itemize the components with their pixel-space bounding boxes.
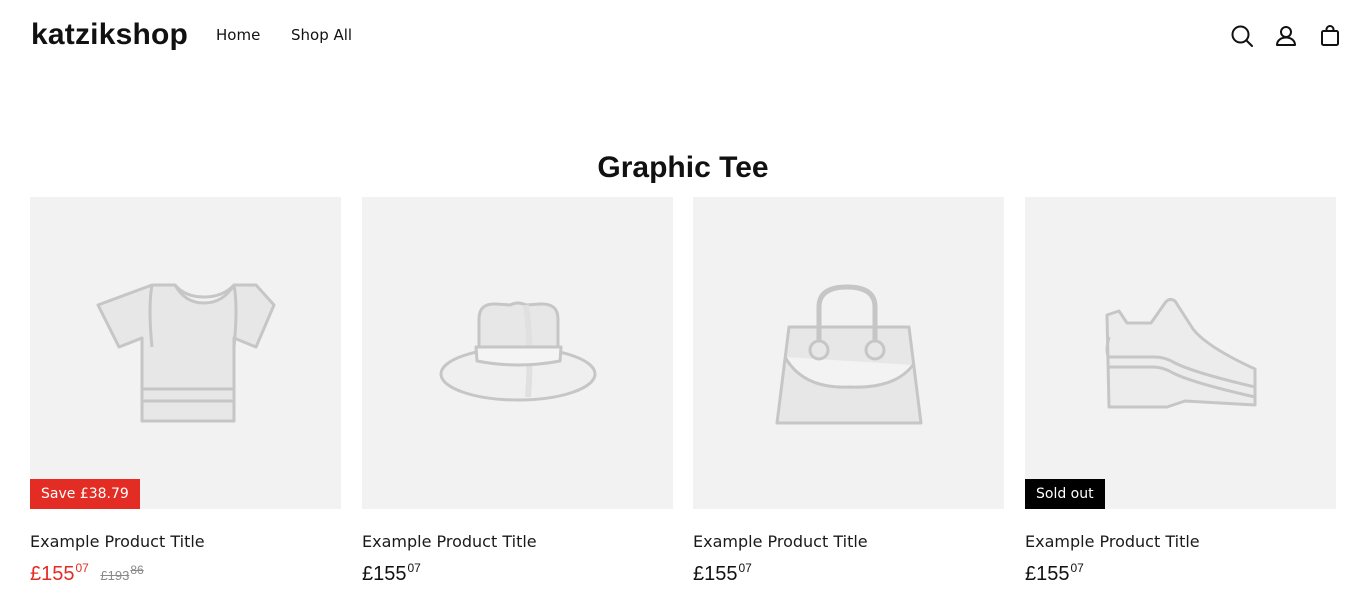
site-logo[interactable]: katzikshop <box>31 17 188 53</box>
price-cents: 07 <box>738 561 752 575</box>
price-cents: 07 <box>75 561 89 575</box>
handbag-icon <box>775 284 923 425</box>
price-main: £155 <box>693 563 738 585</box>
hat-icon <box>439 301 597 402</box>
product-price: £15507 <box>1025 555 1336 587</box>
price-main: £155 <box>30 563 75 585</box>
tshirt-icon <box>96 283 276 423</box>
product-image[interactable]: Sold out <box>1025 197 1336 509</box>
compare-price: £19386 <box>100 563 143 583</box>
search-icon[interactable] <box>1228 22 1256 50</box>
cart-icon[interactable] <box>1316 22 1344 50</box>
price-cents: 07 <box>407 561 421 575</box>
product-card: Save £38.79 Example Product Title £15507… <box>30 197 341 589</box>
product-image[interactable]: Save £38.79 <box>30 197 341 509</box>
compare-cents: 86 <box>130 563 144 577</box>
collection-title: Graphic Tee <box>597 151 769 185</box>
compare-main: £193 <box>100 568 130 583</box>
nav-item-home[interactable]: Home <box>216 25 260 45</box>
product-price: £15507 <box>362 555 673 587</box>
product-card: Example Product Title £15507 <box>693 197 1004 587</box>
product-title[interactable]: Example Product Title <box>1025 532 1336 552</box>
product-card: Sold out Example Product Title £15507 <box>1025 197 1336 587</box>
product-title[interactable]: Example Product Title <box>693 532 1004 552</box>
sold-out-badge: Sold out <box>1025 479 1105 509</box>
site-header: katzikshop Home Shop All <box>0 0 1366 72</box>
product-price: £15507 <box>693 555 1004 587</box>
product-title[interactable]: Example Product Title <box>362 532 673 552</box>
shoe-icon <box>1105 297 1257 409</box>
price-cents: 07 <box>1070 561 1084 575</box>
account-icon[interactable] <box>1272 22 1300 50</box>
price-main: £155 <box>1025 563 1070 585</box>
product-price: £15507 £19386 <box>30 555 341 589</box>
price-main: £155 <box>362 563 407 585</box>
product-card: Example Product Title £15507 <box>362 197 673 587</box>
save-badge: Save £38.79 <box>30 479 140 509</box>
product-grid: Save £38.79 Example Product Title £15507… <box>30 197 1336 597</box>
product-image[interactable] <box>362 197 673 509</box>
product-title[interactable]: Example Product Title <box>30 532 341 552</box>
product-image[interactable] <box>693 197 1004 509</box>
nav-item-shop-all[interactable]: Shop All <box>291 25 352 45</box>
